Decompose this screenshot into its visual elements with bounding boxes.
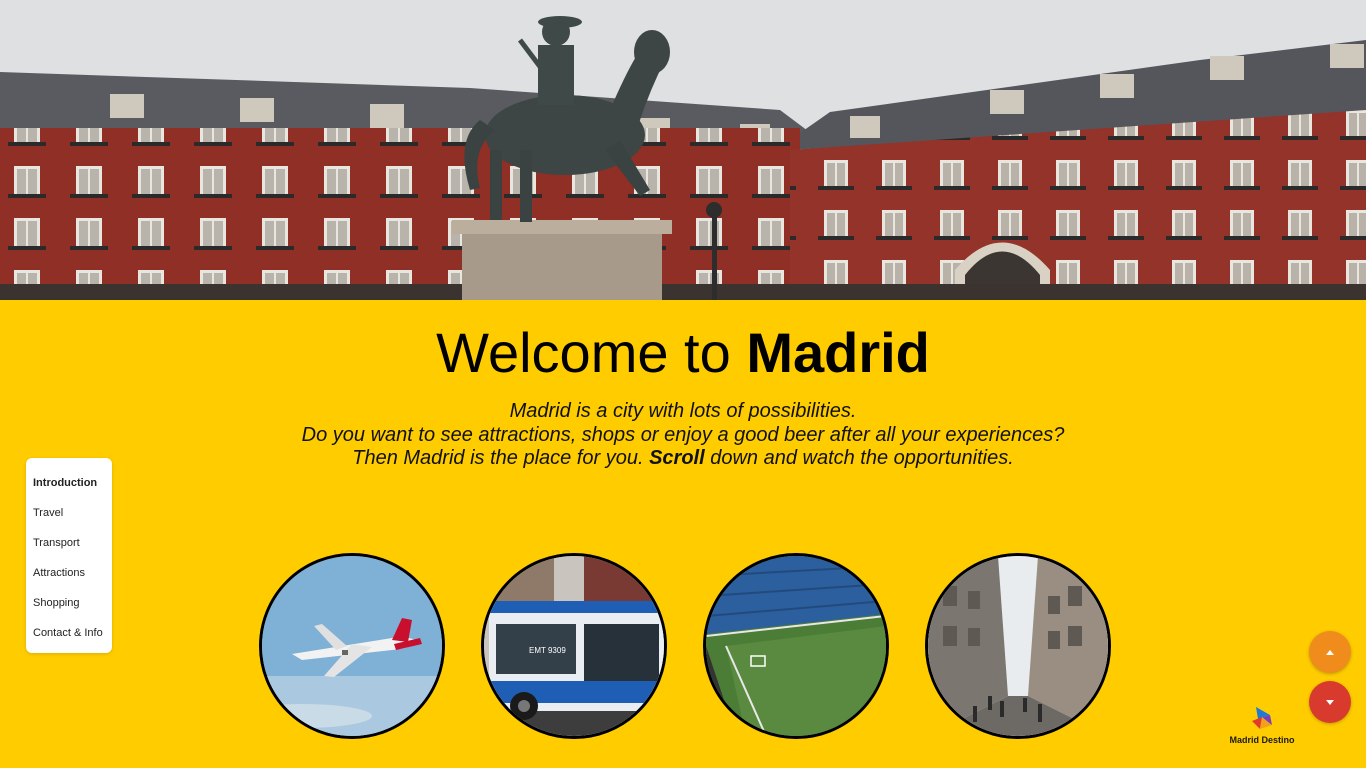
nav-item-attractions[interactable]: Attractions bbox=[33, 558, 112, 588]
caret-down-icon bbox=[1326, 699, 1334, 705]
travel-circle-image[interactable] bbox=[259, 553, 445, 739]
caret-up-icon bbox=[1326, 649, 1334, 655]
page-title: Welcome to Madrid bbox=[0, 318, 1366, 388]
nav-item-shopping[interactable]: Shopping bbox=[33, 588, 112, 618]
nav-item-introduction[interactable]: Introduction bbox=[33, 468, 112, 498]
nav-item-contact-info[interactable]: Contact & Info bbox=[33, 618, 112, 648]
hero-image bbox=[0, 0, 1366, 300]
title-city: Madrid bbox=[746, 321, 930, 384]
shopping-street-photo bbox=[928, 556, 1108, 736]
madrid-destino-logo-icon bbox=[1252, 707, 1272, 729]
title-prefix: Welcome to bbox=[436, 321, 747, 384]
intro-text: Madrid is a city with lots of possibilit… bbox=[0, 400, 1366, 471]
intro-scroll-word: Scroll bbox=[649, 447, 705, 469]
scroll-down-button[interactable] bbox=[1309, 681, 1351, 723]
side-navigation: Introduction Travel Transport Attraction… bbox=[26, 458, 112, 653]
intro-line-3: Then Madrid is the place for you. Scroll… bbox=[0, 447, 1366, 471]
logo-text: Madrid Destino bbox=[1229, 735, 1295, 745]
intro-line-3-start: Then Madrid is the place for you. bbox=[352, 447, 650, 469]
nav-item-transport[interactable]: Transport bbox=[33, 528, 112, 558]
transport-circle-image[interactable]: EMT 9309 bbox=[481, 553, 667, 739]
stadium-photo bbox=[706, 556, 886, 736]
svg-text:EMT 9309: EMT 9309 bbox=[529, 646, 566, 655]
intro-line-1: Madrid is a city with lots of possibilit… bbox=[509, 400, 857, 422]
madrid-destino-logo[interactable]: Madrid Destino bbox=[1226, 705, 1298, 745]
intro-line-3-end: down and watch the opportunities. bbox=[704, 447, 1014, 469]
intro-line-2: Do you want to see attractions, shops or… bbox=[301, 423, 1065, 446]
attractions-circle-image[interactable] bbox=[703, 553, 889, 739]
bus-photo: EMT 9309 bbox=[484, 556, 664, 736]
airplane-photo bbox=[262, 556, 442, 736]
shopping-circle-image[interactable] bbox=[925, 553, 1111, 739]
plaza-mayor-photo bbox=[0, 0, 1366, 300]
scroll-up-button[interactable] bbox=[1309, 631, 1351, 673]
nav-item-travel[interactable]: Travel bbox=[33, 498, 112, 528]
